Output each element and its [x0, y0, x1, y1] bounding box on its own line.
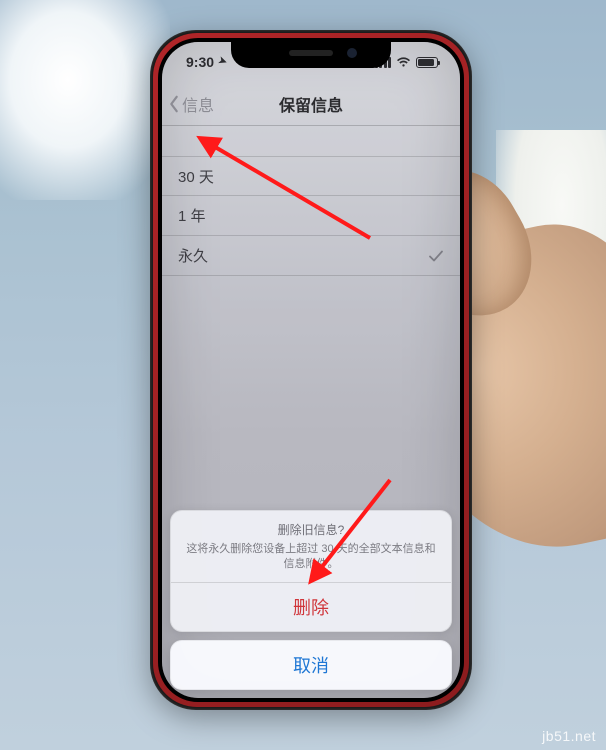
speaker-grille: [289, 50, 333, 56]
action-sheet-group: 删除旧信息? 这将永久删除您设备上超过 30 天的全部文本信息和信息附件。 删除: [170, 510, 452, 632]
back-label: 信息: [182, 92, 214, 116]
chevron-left-icon: [168, 95, 180, 113]
option-forever[interactable]: 永久: [162, 236, 460, 276]
notch: [231, 42, 391, 68]
background-blur-left: [0, 0, 170, 200]
status-time: 9:30: [186, 54, 214, 70]
phone-frame: 9:30 ➤ 信息 保留信息 30 天: [150, 30, 472, 710]
page-title: 保留信息: [279, 92, 343, 116]
option-label: 1 年: [178, 205, 206, 226]
nav-bar: 信息 保留信息: [162, 82, 460, 126]
action-sheet: 删除旧信息? 这将永久删除您设备上超过 30 天的全部文本信息和信息附件。 删除…: [170, 510, 452, 690]
action-sheet-title: 删除旧信息?: [183, 521, 439, 538]
background-blur-right: [496, 130, 606, 380]
cancel-label: 取消: [293, 652, 329, 678]
location-icon: ➤: [217, 54, 229, 67]
option-30-days[interactable]: 30 天: [162, 156, 460, 196]
wifi-icon: [396, 57, 411, 68]
phone-screen: 9:30 ➤ 信息 保留信息 30 天: [162, 42, 460, 698]
front-camera: [347, 48, 357, 58]
action-sheet-message: 这将永久删除您设备上超过 30 天的全部文本信息和信息附件。: [183, 542, 439, 572]
delete-label: 删除: [293, 594, 329, 620]
option-1-year[interactable]: 1 年: [162, 196, 460, 236]
action-sheet-header: 删除旧信息? 这将永久删除您设备上超过 30 天的全部文本信息和信息附件。: [171, 511, 451, 583]
retention-options-list: 30 天 1 年 永久: [162, 156, 460, 276]
back-button[interactable]: 信息: [168, 82, 214, 125]
option-label: 永久: [178, 245, 208, 266]
battery-icon: [416, 57, 438, 68]
watermark: jb51.net: [542, 728, 596, 744]
cancel-button[interactable]: 取消: [170, 640, 452, 690]
checkmark-icon: [428, 248, 444, 264]
delete-button[interactable]: 删除: [171, 583, 451, 631]
option-label: 30 天: [178, 166, 214, 187]
